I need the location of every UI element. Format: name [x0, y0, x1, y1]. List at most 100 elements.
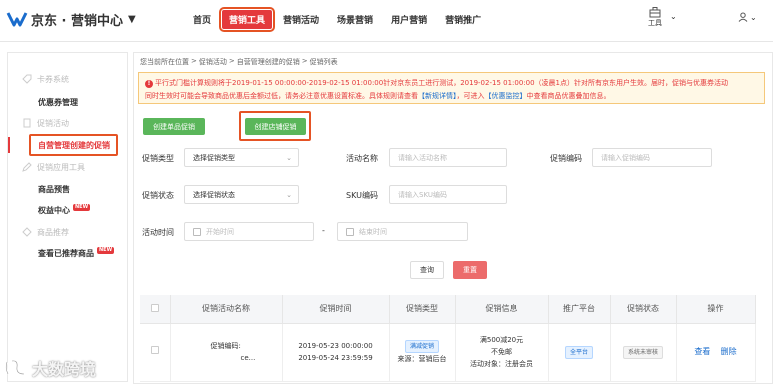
- breadcrumb-item[interactable]: 自营管理创建的促销: [237, 57, 300, 67]
- row-type-cell: 满减促销 来源：营销后台: [389, 323, 456, 382]
- row-select-cell: [140, 323, 171, 382]
- nav-scene-marketing[interactable]: 场景营销: [330, 10, 380, 29]
- caret-down-icon[interactable]: ▼: [128, 14, 136, 25]
- top-nav: 首页 营销工具 营销活动 场景营销 用户营销 营销推广: [186, 7, 492, 32]
- logo-text: 京东 · 营销中心: [31, 13, 123, 29]
- promo-type-select[interactable]: 选择促销类型 ⌄: [184, 148, 299, 167]
- new-badge: NEW: [73, 203, 91, 211]
- promo-status-label: 促销状态: [142, 191, 174, 200]
- row-time-cell: 2019-05-23 00:00:00 2019-05-24 23:59:59: [282, 323, 390, 382]
- watermark-text: 大数跨境: [32, 360, 97, 379]
- sidebar-item-recommended-products[interactable]: 查看已推荐商品 NEW: [8, 245, 129, 261]
- col-header-name: 促销活动名称: [170, 295, 283, 324]
- chevron-down-icon: ⌄: [286, 154, 292, 162]
- sidebar-group-label: 促销应用工具: [37, 162, 85, 172]
- row-checkbox[interactable]: [150, 346, 159, 354]
- new-badge: NEW: [97, 246, 115, 254]
- nav-marketing-activities[interactable]: 营销活动: [276, 10, 326, 29]
- start-time-placeholder: 开始时间: [206, 227, 234, 236]
- start-time: 2019-05-23 00:00:00: [298, 342, 373, 350]
- col-header-status: 促销状态: [610, 295, 677, 324]
- promo-code-label: 促销编码:: [210, 342, 241, 350]
- watermark-logo-icon: [4, 359, 25, 376]
- sidebar-group-label: 商品推荐: [37, 227, 69, 237]
- tools-label: 工具: [648, 19, 662, 27]
- discount-monitor-link[interactable]: 【优惠监控】: [485, 92, 527, 100]
- promo-status-value: 选择促销状态: [193, 190, 235, 199]
- highlight-box-create-shop: [239, 111, 311, 141]
- toolbox-icon: [649, 7, 661, 18]
- start-time-input[interactable]: 开始时间: [184, 222, 314, 241]
- nav-marketing-promotion[interactable]: 营销推广: [438, 10, 488, 29]
- promo-type-label: 促销类型: [142, 154, 174, 163]
- sidebar: 卡券系统 优惠券管理 促销活动 自营管理创建的促销 促销应用工具 商品预售 权益…: [7, 52, 128, 382]
- select-all-checkbox[interactable]: [150, 303, 159, 312]
- highlight-box-sidebar: [29, 134, 118, 156]
- sidebar-item-label: 优惠券管理: [38, 97, 78, 107]
- create-sku-promotion-button[interactable]: 创建单品促销: [143, 118, 205, 135]
- row-info-cell: 满500减20元 不免邮 活动对象：注册会员: [455, 323, 549, 382]
- query-button[interactable]: 查询: [410, 261, 444, 279]
- nav-user-marketing[interactable]: 用户营销: [384, 10, 434, 29]
- promo-code-input[interactable]: 请输入促销编码: [592, 148, 712, 167]
- col-header-actions: 操作: [676, 295, 756, 324]
- row-actions-cell: 查看 删除: [676, 323, 756, 382]
- new-rules-link[interactable]: 【新规详情】: [418, 92, 457, 100]
- calendar-icon: [346, 227, 354, 236]
- end-time-input[interactable]: 结束时间: [337, 222, 468, 241]
- sidebar-item-label: 查看已推荐商品: [38, 248, 94, 258]
- col-header-time: 促销时间: [282, 295, 390, 324]
- nav-marketing-tools[interactable]: 营销工具: [219, 7, 276, 32]
- sidebar-item-presale[interactable]: 商品预售: [8, 181, 129, 197]
- tag-icon: [22, 74, 32, 84]
- promo-type-value: 选择促销类型: [193, 153, 235, 162]
- tools-menu[interactable]: 工具: [648, 6, 662, 28]
- sidebar-group-label: 促销活动: [37, 118, 69, 128]
- col-header-info: 促销信息: [455, 295, 549, 324]
- reset-button[interactable]: 重置: [453, 261, 487, 279]
- shipping-rule: 不免邮: [491, 348, 512, 356]
- warning-icon: !: [145, 80, 153, 88]
- platform-tag: 全平台: [564, 345, 593, 359]
- chevron-down-icon: ⌄: [750, 12, 757, 22]
- chevron-down-icon[interactable]: ⌄: [670, 12, 677, 21]
- notice-text: 同时生效时可能会导致商品优惠后金额过低，请务必注意优惠设置标准。具体规则请查看: [145, 92, 418, 100]
- sidebar-group-promo-tools: 促销应用工具: [8, 159, 129, 175]
- row-name-cell: 促销编码: ce...: [170, 323, 283, 382]
- jd-logo-icon: [6, 12, 28, 27]
- promo-code-label: 促销编码: [550, 154, 582, 163]
- breadcrumb-separator: >: [228, 57, 235, 65]
- sidebar-item-label: 商品预售: [38, 184, 70, 194]
- notice-text: 平行式门槛计算规则将于2019-01-15 00:00:00-2019-02-1…: [155, 79, 729, 87]
- promo-source: 来源：营销后台: [397, 354, 447, 363]
- col-header-type: 促销类型: [389, 295, 456, 324]
- document-icon: [22, 118, 32, 128]
- sidebar-group-promotions: 促销活动: [8, 115, 129, 131]
- promo-type-tag: 满减促销: [404, 339, 439, 353]
- delete-link[interactable]: 删除: [721, 347, 737, 356]
- status-badge: 系统未审核: [622, 345, 663, 359]
- row-status-cell: 系统未审核: [610, 323, 677, 382]
- chevron-down-icon: ⌄: [286, 191, 292, 199]
- sku-code-input[interactable]: 请输入SKU编码: [389, 185, 507, 204]
- promo-status-select[interactable]: 选择促销状态 ⌄: [184, 185, 299, 204]
- breadcrumb-current: 促销列表: [309, 58, 338, 66]
- notice-text: 中查看商品优惠叠加信息。: [526, 92, 611, 100]
- sku-code-label: SKU编码: [346, 191, 378, 200]
- sidebar-item-coupon-manage[interactable]: 优惠券管理: [8, 94, 129, 110]
- activity-name-input[interactable]: 请输入活动名称: [389, 148, 507, 167]
- sidebar-item-benefits[interactable]: 权益中心 NEW: [8, 202, 129, 218]
- logo[interactable]: 京东 · 营销中心 ▼: [6, 9, 136, 29]
- target-audience: 活动对象：注册会员: [470, 360, 533, 368]
- promotions-table: 促销活动名称 促销时间 促销类型 促销信息 推广平台 促销状态 操作 促销编码:…: [140, 295, 756, 382]
- breadcrumb-item[interactable]: 促销活动: [199, 57, 227, 67]
- nav-home[interactable]: 首页: [186, 10, 218, 29]
- activity-name-label: 活动名称: [346, 154, 378, 163]
- sidebar-group-recommend: 商品推荐: [8, 224, 129, 240]
- user-icon: [738, 12, 748, 22]
- diamond-icon: [22, 227, 32, 237]
- view-link[interactable]: 查看: [694, 347, 710, 356]
- user-menu[interactable]: ⌄: [738, 12, 757, 22]
- notice-text: ，可进入: [456, 92, 485, 100]
- notice-banner: ! 平行式门槛计算规则将于2019-01-15 00:00:00-2019-02-…: [138, 72, 765, 104]
